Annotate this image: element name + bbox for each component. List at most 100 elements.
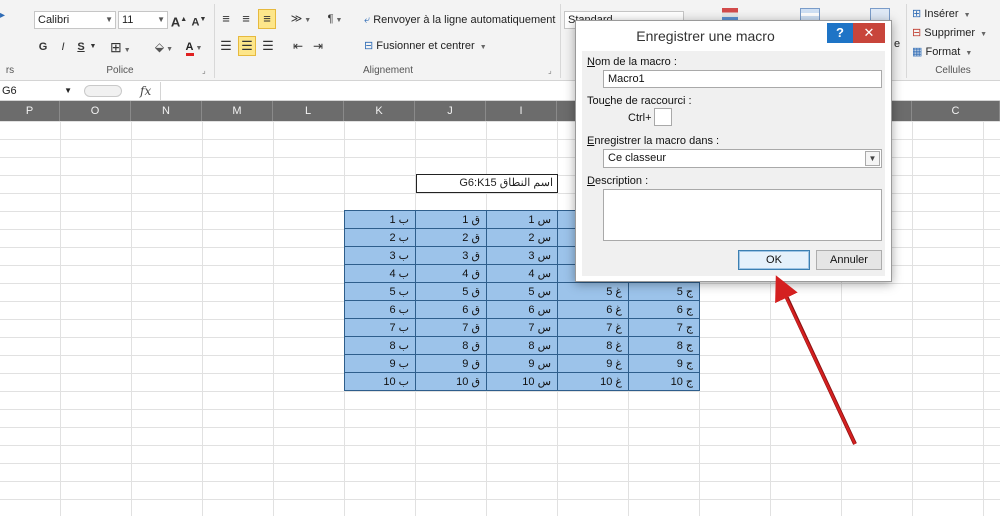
table-cell[interactable]: غ 9 [557, 354, 629, 373]
font-dialog-launcher-icon[interactable]: ⌟ [202, 66, 211, 75]
table-cell[interactable]: ج 9 [628, 354, 700, 373]
align-top-icon[interactable]: ≡ [218, 9, 234, 29]
column-header-n[interactable]: N [131, 101, 202, 121]
column-header-p[interactable]: P [0, 101, 60, 121]
bold-button[interactable]: G [36, 37, 50, 57]
font-name-combo[interactable]: Calibri ▼ [34, 11, 116, 29]
fill-color-icon[interactable]: ⬙ ▼ [152, 37, 176, 57]
table-cell[interactable]: ق 9 [415, 354, 487, 373]
merge-center-button[interactable]: ⊟ Fusionner et centrer ▼ [364, 37, 487, 55]
range-name-label[interactable]: اسم النطاق G6:K15 [416, 174, 558, 193]
format-label: Format [925, 46, 961, 58]
table-cell[interactable]: ق 6 [415, 300, 487, 319]
table-cell[interactable]: س 10 [486, 372, 558, 391]
delete-button[interactable]: ⊟ Supprimer ▼ [912, 24, 987, 42]
borders-icon[interactable]: ⊞ ▼ [110, 37, 131, 57]
column-header-i[interactable]: I [486, 101, 557, 121]
table-cell[interactable]: ب 10 [344, 372, 416, 391]
table-cell[interactable]: غ 10 [557, 372, 629, 391]
column-header-m[interactable]: M [202, 101, 273, 121]
table-cell[interactable]: ق 4 [415, 264, 487, 283]
macro-name-input[interactable]: Macro1 [603, 70, 882, 88]
text-direction-icon[interactable]: ¶ ▼ [322, 9, 348, 29]
table-cell[interactable]: ق 2 [415, 228, 487, 247]
table-cell[interactable]: ج 6 [628, 300, 700, 319]
shrink-font-button[interactable]: A▼ [190, 10, 208, 30]
column-header-j[interactable]: J [415, 101, 486, 121]
table-cell[interactable]: ب 8 [344, 336, 416, 355]
table-cell[interactable]: س 7 [486, 318, 558, 337]
table-cell[interactable]: ج 7 [628, 318, 700, 337]
increase-indent-icon[interactable]: ⇥ [310, 36, 326, 56]
name-box[interactable]: G6 ▼ [0, 82, 74, 100]
table-cell[interactable]: ق 1 [415, 210, 487, 229]
cancel-button[interactable]: Annuler [816, 250, 882, 270]
table-cell[interactable]: س 8 [486, 336, 558, 355]
underline-dropdown-icon[interactable]: ▼ [88, 37, 98, 57]
clipboard-icon-partial[interactable]: ▸ [0, 10, 5, 21]
chevron-down-icon: ▼ [965, 50, 973, 57]
table-cell[interactable]: ق 3 [415, 246, 487, 265]
align-left-icon[interactable]: ☰ [218, 36, 234, 56]
grow-font-button[interactable]: A▲ [170, 10, 188, 30]
store-in-value: Ce classeur [608, 152, 667, 164]
font-size-combo[interactable]: 11 ▼ [118, 11, 168, 29]
table-cell[interactable]: ب 5 [344, 282, 416, 301]
table-cell[interactable]: س 6 [486, 300, 558, 319]
align-center-icon[interactable]: ☰ [238, 36, 256, 56]
align-middle-icon[interactable]: ≡ [238, 9, 254, 29]
column-header-k[interactable]: K [344, 101, 415, 121]
table-cell[interactable]: غ 6 [557, 300, 629, 319]
help-button[interactable]: ? [827, 23, 853, 43]
description-input[interactable] [603, 189, 882, 241]
italic-button[interactable]: I [56, 37, 70, 57]
table-cell[interactable]: س 2 [486, 228, 558, 247]
table-cell[interactable]: ج 10 [628, 372, 700, 391]
store-in-select[interactable]: Ce classeur ▼ [603, 149, 882, 168]
insert-function-icon[interactable]: fx [140, 83, 151, 99]
table-cell[interactable]: ق 7 [415, 318, 487, 337]
close-button[interactable]: ✕ [853, 23, 885, 43]
table-cell[interactable]: ب 3 [344, 246, 416, 265]
table-cell[interactable]: ق 10 [415, 372, 487, 391]
font-color-icon[interactable]: A ▼ [182, 37, 206, 57]
table-cell[interactable]: ب 4 [344, 264, 416, 283]
shortcut-key-input[interactable] [654, 108, 672, 126]
decrease-indent-icon[interactable]: ⇤ [290, 36, 306, 56]
table-cell[interactable]: ج 8 [628, 336, 700, 355]
table-cell[interactable]: ق 5 [415, 282, 487, 301]
table-cell[interactable]: ب 1 [344, 210, 416, 229]
table-cell[interactable]: غ 5 [557, 282, 629, 301]
wrap-text-button[interactable]: ⤶ Renvoyer à la ligne automatiquement [364, 11, 555, 29]
chevron-down-icon[interactable]: ▼ [865, 151, 880, 166]
group-label-font: Police [106, 65, 134, 76]
insert-button[interactable]: ⊞ Insérer ▼ [912, 5, 971, 23]
orientation-icon[interactable]: ≫ ▼ [288, 9, 314, 29]
align-bottom-icon[interactable]: ≡ [258, 9, 276, 29]
column-header-l[interactable]: L [273, 101, 344, 121]
table-cell[interactable]: ب 7 [344, 318, 416, 337]
align-right-icon[interactable]: ☰ [260, 36, 276, 56]
table-cell[interactable]: ج 5 [628, 282, 700, 301]
table-cell[interactable]: س 4 [486, 264, 558, 283]
ok-button[interactable]: OK [738, 250, 810, 270]
wrap-text-label: Renvoyer à la ligne automatiquement [373, 14, 556, 26]
table-cell[interactable]: ب 9 [344, 354, 416, 373]
table-cell[interactable]: س 3 [486, 246, 558, 265]
table-row: ب 8ق 8س 8غ 8ج 8 [344, 336, 700, 355]
table-row: ب 5ق 5س 5غ 5ج 5 [344, 282, 700, 301]
table-cell[interactable]: س 5 [486, 282, 558, 301]
table-cell[interactable]: ب 2 [344, 228, 416, 247]
underline-button[interactable]: S [74, 37, 88, 57]
table-cell[interactable]: غ 8 [557, 336, 629, 355]
table-cell[interactable]: ق 8 [415, 336, 487, 355]
table-cell[interactable]: غ 7 [557, 318, 629, 337]
table-cell[interactable]: ب 6 [344, 300, 416, 319]
alignment-dialog-launcher-icon[interactable]: ⌟ [548, 66, 557, 75]
column-header-o[interactable]: O [60, 101, 131, 121]
table-cell[interactable]: س 1 [486, 210, 558, 229]
column-header-c[interactable]: C [912, 101, 1000, 121]
table-cell[interactable]: س 9 [486, 354, 558, 373]
store-in-label: Enregistrer la macro dans : [587, 135, 720, 147]
format-button[interactable]: ▦ Format ▼ [912, 43, 972, 61]
